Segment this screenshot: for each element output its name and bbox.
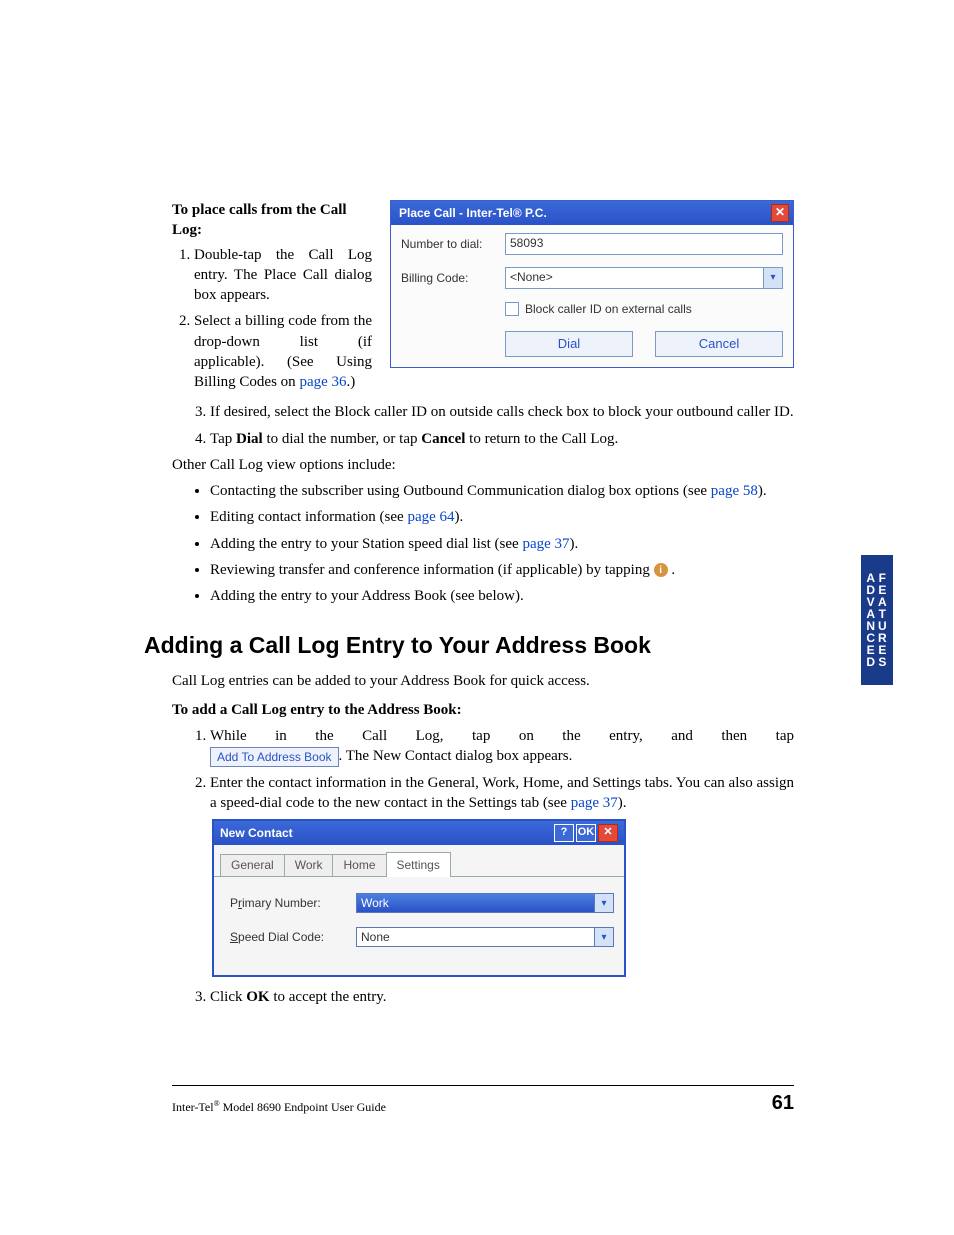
tab-work[interactable]: Work <box>284 854 334 876</box>
primary-number-label: Primary Number: <box>230 895 350 911</box>
page-number: 61 <box>772 1092 794 1115</box>
chevron-down-icon[interactable]: ▾ <box>763 268 782 288</box>
primary-number-select[interactable]: Work ▾ <box>356 893 614 913</box>
bullet-transfer-conf: Reviewing transfer and conference inform… <box>210 560 794 580</box>
step2-1: While in the Call Log, tap on the entry,… <box>210 726 794 746</box>
dialog-title: Place Call - Inter-Tel® P.C. <box>399 205 547 221</box>
speed-dial-code-select[interactable]: None ▾ <box>356 927 614 947</box>
procedure-heading-2: To add a Call Log entry to the Address B… <box>172 700 794 720</box>
help-button[interactable]: ? <box>554 824 574 842</box>
link-page-37b[interactable]: page 37 <box>571 795 618 811</box>
dial-button[interactable]: Dial <box>505 331 633 357</box>
info-icon[interactable]: i <box>654 563 668 577</box>
step-3: If desired, select the Block caller ID o… <box>210 402 794 422</box>
block-caller-id-checkbox[interactable] <box>505 302 519 316</box>
bullet-edit-contact: Editing contact information (see page 64… <box>210 507 794 527</box>
close-icon[interactable]: ✕ <box>598 824 618 842</box>
other-options-intro: Other Call Log view options include: <box>172 455 794 475</box>
page-footer: Inter-Tel® Model 8690 Endpoint User Guid… <box>172 1085 794 1115</box>
bullet-address-book: Adding the entry to your Address Book (s… <box>210 586 794 606</box>
number-to-dial-label: Number to dial: <box>401 236 497 252</box>
steps-list-1: Double-tap the Call Log entry. The Place… <box>172 245 372 393</box>
link-page-37[interactable]: page 37 <box>522 536 569 552</box>
cancel-button[interactable]: Cancel <box>655 331 783 357</box>
link-page-36[interactable]: page 36 <box>299 374 346 390</box>
tab-settings[interactable]: Settings <box>386 852 451 877</box>
number-to-dial-input[interactable]: 58093 <box>505 233 783 255</box>
speed-dial-code-label: Speed Dial Code: <box>230 929 350 945</box>
chevron-down-icon[interactable]: ▾ <box>595 893 614 913</box>
ok-button[interactable]: OK <box>576 824 596 842</box>
new-contact-dialog: New Contact ? OK ✕ General Work Home Set… <box>212 819 626 977</box>
new-contact-title: New Contact <box>220 825 293 841</box>
add-to-address-book-button[interactable]: Add To Address Book <box>210 747 339 767</box>
billing-code-select[interactable]: <None> ▾ <box>505 267 783 289</box>
step-1: Double-tap the Call Log entry. The Place… <box>194 245 372 306</box>
tab-home[interactable]: Home <box>332 854 386 876</box>
place-call-dialog: Place Call - Inter-Tel® P.C. ✕ Number to… <box>390 200 794 368</box>
billing-code-label: Billing Code: <box>401 270 497 286</box>
procedure-heading: To place calls from the Call Log: <box>172 200 372 241</box>
step-2: Select a billing code from the drop-down… <box>194 311 372 392</box>
bullet-outbound: Contacting the subscriber using Outbound… <box>210 481 794 501</box>
other-options-list: Contacting the subscriber using Outbound… <box>172 481 794 606</box>
tab-general[interactable]: General <box>220 854 285 876</box>
para-address-book: Call Log entries can be added to your Ad… <box>172 671 794 691</box>
side-tab-advanced-features: ADVANCED FEATURES <box>861 555 893 685</box>
chevron-down-icon[interactable]: ▾ <box>595 927 614 947</box>
step-4: Tap Dial to dial the number, or tap Canc… <box>210 429 794 449</box>
link-page-58[interactable]: page 58 <box>711 483 758 499</box>
step2-2: Enter the contact information in the Gen… <box>210 773 794 814</box>
close-icon[interactable]: ✕ <box>771 204 789 222</box>
bullet-speed-dial: Adding the entry to your Station speed d… <box>210 534 794 554</box>
link-page-64[interactable]: page 64 <box>407 509 454 525</box>
heading-adding-call-log: Adding a Call Log Entry to Your Address … <box>144 630 794 661</box>
step2-3: Click OK to accept the entry. <box>210 987 794 1007</box>
block-caller-id-label: Block caller ID on external calls <box>525 301 692 317</box>
